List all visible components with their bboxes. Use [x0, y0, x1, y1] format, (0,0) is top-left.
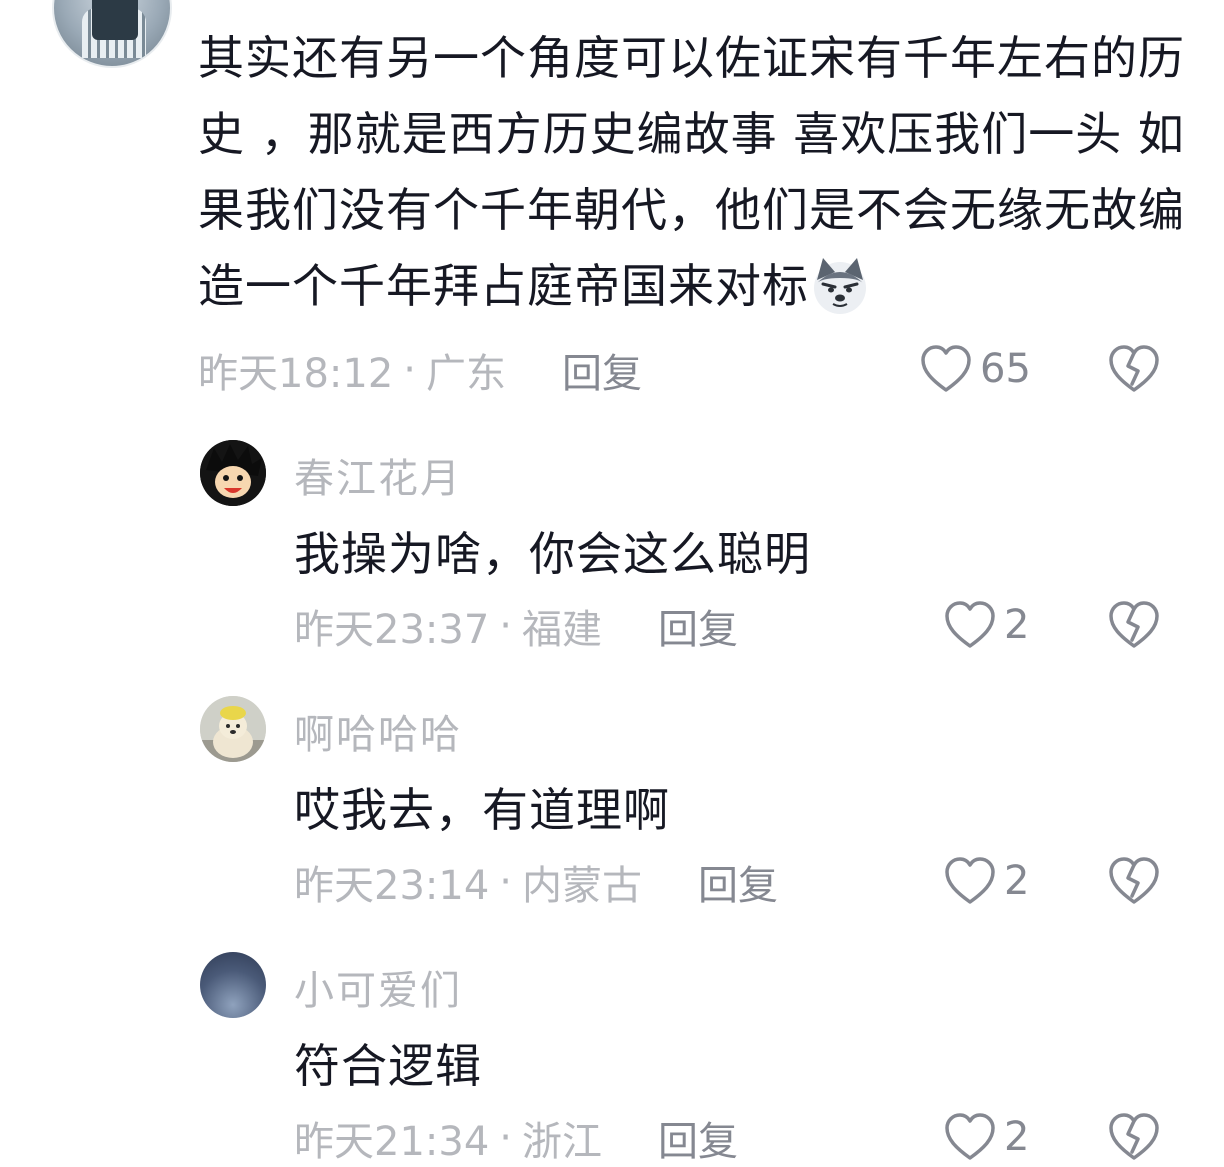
reply-button[interactable]: 回复 — [698, 853, 778, 911]
reply-text: 符合逻辑 — [294, 1039, 482, 1093]
meta-separator: · — [499, 603, 512, 649]
heart-icon — [920, 344, 972, 394]
reply-meta: 昨天23:14 · 内蒙古 回复 — [294, 853, 778, 911]
avatar-figure-head — [92, 0, 138, 40]
reply-like-button[interactable]: 2 — [944, 854, 1029, 908]
like-count: 65 — [980, 346, 1031, 392]
main-like-button[interactable]: 65 — [920, 342, 1031, 396]
dislike-button[interactable] — [1108, 856, 1160, 906]
comment-location: 广东 — [426, 351, 506, 397]
comment-location: 福建 — [522, 607, 602, 653]
reply-button[interactable]: 回复 — [658, 597, 738, 655]
meta-separator: · — [499, 1115, 512, 1161]
reply-like-button[interactable]: 2 — [944, 1110, 1029, 1164]
broken-heart-icon — [1109, 1113, 1159, 1160]
reply-button[interactable]: 回复 — [658, 1109, 738, 1167]
heart-icon — [944, 600, 996, 650]
main-comment-meta: 昨天18:12 · 广东 回复 — [198, 341, 642, 399]
reply-text: 我操为啥，你会这么聪明 — [294, 527, 811, 581]
comment-time: 昨天23:37 — [294, 607, 490, 653]
like-count: 2 — [1004, 1114, 1030, 1160]
reply-button[interactable]: 回复 — [562, 341, 642, 399]
reply-username[interactable]: 春江花月 — [294, 446, 462, 504]
heart-icon — [944, 1112, 996, 1162]
reply-meta: 昨天21:34 · 浙江 回复 — [294, 1109, 738, 1167]
comment-location: 内蒙古 — [522, 863, 642, 909]
heart-icon — [944, 856, 996, 906]
like-count: 2 — [1004, 602, 1030, 648]
dislike-button[interactable] — [1108, 600, 1160, 650]
meta-separator: · — [403, 347, 416, 393]
comment-location: 浙江 — [522, 1119, 602, 1165]
doge-emoji-icon — [809, 254, 871, 316]
meta-separator: · — [499, 859, 512, 905]
main-comment-body: 其实还有另一个角度可以佐证宋有千年左右的历史 ，那就是西方历史编故事 喜欢压我们… — [198, 31, 1185, 313]
comment-time: 昨天18:12 — [198, 351, 394, 397]
main-commenter-avatar[interactable] — [52, 0, 172, 68]
reply-username[interactable]: 小可爱们 — [294, 958, 462, 1016]
reply-avatar[interactable] — [200, 696, 266, 762]
reply-avatar[interactable] — [200, 440, 266, 506]
dislike-button[interactable] — [1108, 1112, 1160, 1162]
cartoon-boy-avatar-icon — [200, 440, 266, 506]
broken-heart-icon — [1109, 345, 1159, 392]
broken-heart-icon — [1109, 601, 1159, 648]
comment-time: 昨天23:14 — [294, 863, 490, 909]
reply-meta: 昨天23:37 · 福建 回复 — [294, 597, 738, 655]
broken-heart-icon — [1109, 857, 1159, 904]
reply-username[interactable]: 啊哈哈哈 — [294, 702, 462, 760]
like-count: 2 — [1004, 858, 1030, 904]
comment-time: 昨天21:34 — [294, 1119, 490, 1165]
reply-text: 哎我去，有道理啊 — [294, 783, 670, 837]
dislike-button[interactable] — [1108, 344, 1160, 394]
reply-like-button[interactable]: 2 — [944, 598, 1029, 652]
puppy-avatar-icon — [200, 696, 266, 762]
reply-avatar[interactable] — [200, 952, 266, 1018]
main-comment-text: 其实还有另一个角度可以佐证宋有千年左右的历史 ，那就是西方历史编故事 喜欢压我们… — [198, 20, 1188, 324]
